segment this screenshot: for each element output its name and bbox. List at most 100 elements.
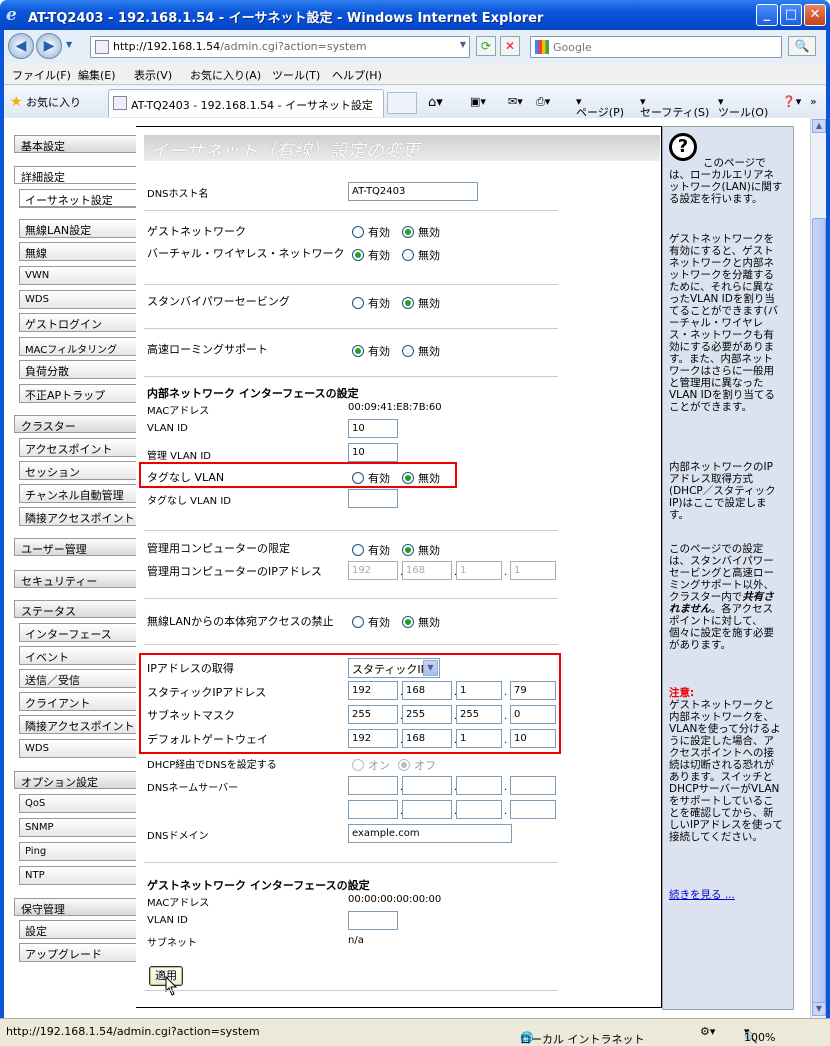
menu-edit[interactable]: 編集(E) bbox=[78, 67, 116, 83]
sidebar-item-guest-login[interactable]: ゲストログイン bbox=[19, 313, 136, 332]
dns2-octet-1[interactable] bbox=[348, 800, 398, 819]
standby-on-radio[interactable]: 有効 bbox=[352, 295, 390, 311]
dns2-octet-3[interactable] bbox=[456, 800, 502, 819]
tab-current[interactable]: AT-TQ2403 - 192.168.1.54 - イーサネット設定 bbox=[108, 89, 384, 117]
sidebar-item-session[interactable]: セッション bbox=[19, 461, 136, 480]
dns1-octet-4[interactable] bbox=[510, 776, 556, 795]
scroll-up-icon[interactable]: ▲ bbox=[812, 119, 826, 133]
virtual-wireless-on-radio[interactable]: 有効 bbox=[352, 247, 390, 263]
home-icon[interactable]: ⌂▾ bbox=[428, 95, 443, 110]
sidebar-item-access-point[interactable]: アクセスポイント bbox=[19, 438, 136, 457]
mgmt-pc-limit-on-radio[interactable]: 有効 bbox=[352, 542, 390, 558]
tools-menu[interactable]: ツール(O) ▾ bbox=[718, 95, 768, 119]
mgmt-ip-octet-3[interactable]: 1 bbox=[456, 561, 502, 580]
sidebar-group-user-mgmt[interactable]: ユーザー管理 bbox=[14, 538, 136, 556]
sidebar-item-snmp[interactable]: SNMP bbox=[19, 818, 136, 837]
subnet-octet-3[interactable]: 255 bbox=[456, 705, 502, 724]
stop-icon[interactable]: ✕ bbox=[500, 36, 520, 56]
dns-domain-input[interactable]: example.com bbox=[348, 824, 512, 843]
maximize-button[interactable]: □ bbox=[780, 4, 802, 26]
sidebar-group-status[interactable]: ステータス bbox=[14, 600, 136, 618]
sidebar-item-neighbor-ap-status[interactable]: 隣接アクセスポイント bbox=[19, 715, 136, 734]
dhcp-dns-on-radio[interactable]: オン bbox=[352, 757, 390, 773]
static-ip-octet-3[interactable]: 1 bbox=[456, 681, 502, 700]
more-icon[interactable]: » bbox=[810, 95, 817, 108]
fast-roaming-on-radio[interactable]: 有効 bbox=[352, 343, 390, 359]
gateway-octet-1[interactable]: 192 bbox=[348, 729, 398, 748]
dhcp-dns-off-radio[interactable]: オフ bbox=[398, 757, 436, 773]
mail-icon[interactable]: ✉▾ bbox=[508, 95, 523, 108]
subnet-octet-4[interactable]: 0 bbox=[510, 705, 556, 724]
sidebar-item-ntp[interactable]: NTP bbox=[19, 866, 136, 885]
mgmt-ip-octet-1[interactable]: 192 bbox=[348, 561, 398, 580]
virtual-wireless-off-radio[interactable]: 無効 bbox=[402, 247, 440, 263]
vertical-scrollbar[interactable]: ▲ ▼ bbox=[810, 118, 826, 1018]
sidebar-item-interface[interactable]: インターフェース bbox=[19, 623, 136, 642]
scroll-down-icon[interactable]: ▼ bbox=[812, 1002, 826, 1016]
page-menu[interactable]: ページ(P) ▾ bbox=[576, 95, 624, 119]
sidebar-item-wireless[interactable]: 無線 bbox=[19, 242, 136, 261]
sidebar-item-ethernet[interactable]: イーサネット設定 bbox=[19, 189, 136, 208]
refresh-icon[interactable]: ⟳ bbox=[476, 36, 496, 56]
mgmt-ip-octet-2[interactable]: 168 bbox=[402, 561, 452, 580]
menu-view[interactable]: 表示(V) bbox=[134, 67, 172, 83]
sidebar-group-basic[interactable]: 基本設定 bbox=[14, 135, 136, 153]
sidebar-item-channel[interactable]: チャンネル自動管理 bbox=[19, 484, 136, 503]
dns1-octet-3[interactable] bbox=[456, 776, 502, 795]
sidebar-item-upgrade[interactable]: アップグレード bbox=[19, 943, 136, 962]
fast-roaming-off-radio[interactable]: 無効 bbox=[402, 343, 440, 359]
search-icon[interactable]: 🔍 bbox=[788, 36, 816, 56]
sidebar-item-client[interactable]: クライアント bbox=[19, 692, 136, 711]
new-tab-button[interactable] bbox=[387, 92, 417, 114]
sidebar-item-load-balance[interactable]: 負荷分散 bbox=[19, 360, 136, 379]
ip-acquire-select[interactable]: スタティックIP ▼ bbox=[348, 658, 440, 678]
dns-host-input[interactable]: AT-TQ2403 bbox=[348, 182, 478, 201]
gateway-octet-4[interactable]: 10 bbox=[510, 729, 556, 748]
close-button[interactable]: ✕ bbox=[804, 4, 826, 26]
wireless-ban-off-radio[interactable]: 無効 bbox=[402, 614, 440, 630]
sidebar-item-mac-filter[interactable]: MACフィルタリング bbox=[19, 337, 136, 356]
guest-network-off-radio[interactable]: 無効 bbox=[402, 224, 440, 240]
dns1-octet-1[interactable] bbox=[348, 776, 398, 795]
guest-vlan-input[interactable] bbox=[348, 911, 398, 930]
subnet-octet-1[interactable]: 255 bbox=[348, 705, 398, 724]
feeds-icon[interactable]: ▣▾ bbox=[470, 95, 486, 108]
forward-icon[interactable]: ▶ bbox=[36, 33, 62, 59]
menu-favorites[interactable]: お気に入り(A) bbox=[190, 67, 261, 83]
guest-network-on-radio[interactable]: 有効 bbox=[352, 224, 390, 240]
help-more-link[interactable]: 続きを見る ... bbox=[669, 889, 783, 901]
address-dropdown-icon[interactable]: ▼ bbox=[460, 40, 466, 49]
sidebar-item-wds-status[interactable]: WDS bbox=[19, 739, 136, 758]
dns2-octet-4[interactable] bbox=[510, 800, 556, 819]
gateway-octet-3[interactable]: 1 bbox=[456, 729, 502, 748]
menu-tools[interactable]: ツール(T) bbox=[272, 67, 320, 83]
sidebar-group-maintenance[interactable]: 保守管理 bbox=[14, 898, 136, 916]
address-bar[interactable]: http://192.168.1.54/admin.cgi?action=sys… bbox=[90, 36, 470, 58]
back-icon[interactable]: ◀ bbox=[8, 33, 34, 59]
safety-menu[interactable]: セーフティ(S) ▾ bbox=[640, 95, 709, 119]
untagged-vlan-id-input[interactable] bbox=[348, 489, 398, 508]
sidebar-group-security[interactable]: セキュリティー bbox=[14, 570, 136, 588]
zoom-control[interactable]: 🔍 100% ▾ bbox=[744, 1025, 775, 1044]
static-ip-octet-1[interactable]: 192 bbox=[348, 681, 398, 700]
subnet-octet-2[interactable]: 255 bbox=[402, 705, 452, 724]
standby-off-radio[interactable]: 無効 bbox=[402, 295, 440, 311]
untagged-vlan-on-radio[interactable]: 有効 bbox=[352, 470, 390, 486]
sidebar-item-ping[interactable]: Ping bbox=[19, 842, 136, 861]
sidebar-item-settings[interactable]: 設定 bbox=[19, 920, 136, 939]
menu-help[interactable]: ヘルプ(H) bbox=[332, 67, 382, 83]
sidebar-item-rogue-ap[interactable]: 不正APトラップ bbox=[19, 384, 136, 403]
history-dropdown-icon[interactable]: ▼ bbox=[66, 40, 72, 49]
dns2-octet-2[interactable] bbox=[402, 800, 452, 819]
dns1-octet-2[interactable] bbox=[402, 776, 452, 795]
mgmt-pc-limit-off-radio[interactable]: 無効 bbox=[402, 542, 440, 558]
static-ip-octet-4[interactable]: 79 bbox=[510, 681, 556, 700]
sidebar-item-event[interactable]: イベント bbox=[19, 646, 136, 665]
wireless-ban-on-radio[interactable]: 有効 bbox=[352, 614, 390, 630]
mgmt-vlan-input[interactable]: 10 bbox=[348, 443, 398, 462]
minimize-button[interactable]: _ bbox=[756, 4, 778, 26]
scrollbar-thumb[interactable] bbox=[812, 218, 826, 1008]
favorites-button[interactable]: ★ お気に入り bbox=[10, 94, 81, 110]
static-ip-octet-2[interactable]: 168 bbox=[402, 681, 452, 700]
sidebar-group-options[interactable]: オプション設定 bbox=[14, 771, 136, 789]
